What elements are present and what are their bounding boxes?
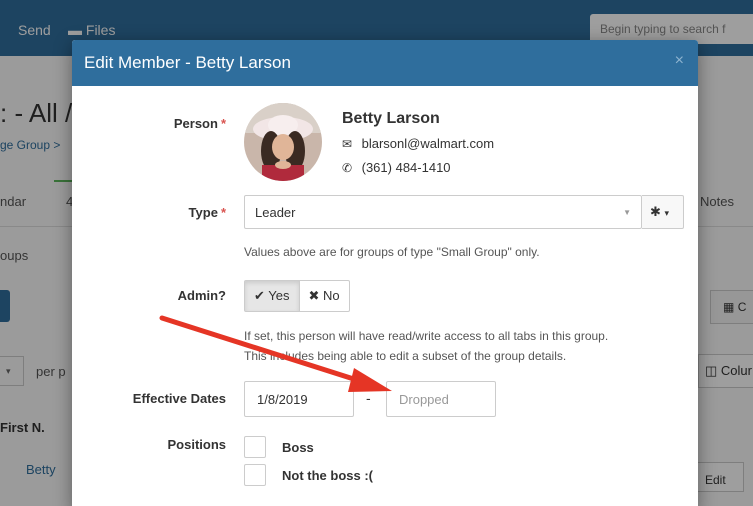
- x-icon: ✖: [308, 288, 320, 303]
- position-checkbox-boss[interactable]: [244, 436, 266, 458]
- effective-dates-label: Effective Dates: [132, 391, 226, 406]
- admin-no-label: No: [323, 288, 340, 303]
- required-marker: *: [220, 205, 226, 220]
- person-phone-text: (361) 484-1410: [361, 160, 451, 175]
- person-name: Betty Larson: [342, 110, 440, 127]
- admin-toggle-group: ✔ Yes ✖ No: [244, 280, 350, 312]
- admin-help-line-1: If set, this person will have read/write…: [244, 329, 609, 343]
- modal-title: Edit Member - Betty Larson: [84, 53, 291, 72]
- close-icon[interactable]: ×: [675, 52, 684, 70]
- person-label: Person *: [86, 116, 226, 131]
- type-settings-button[interactable]: ✱ ▾: [642, 195, 684, 229]
- avatar-photo: [244, 103, 322, 181]
- position-checkbox-not-boss[interactable]: [244, 464, 266, 486]
- required-marker: *: [220, 116, 226, 131]
- admin-label: Admin?: [177, 288, 226, 303]
- person-email[interactable]: ✉ blarsonl@walmart.com: [342, 136, 494, 151]
- caret-down-icon: ▾: [664, 208, 670, 218]
- admin-help-text: If set, this person will have read/write…: [244, 326, 608, 366]
- position-label-boss[interactable]: Boss: [282, 440, 314, 455]
- position-label-not-boss[interactable]: Not the boss :(: [282, 468, 373, 483]
- type-select[interactable]: Leader ▼: [244, 195, 642, 229]
- type-help-text: Values above are for groups of type "Sma…: [244, 245, 540, 259]
- person-phone[interactable]: ✆ (361) 484-1410: [342, 160, 451, 175]
- admin-yes-label: Yes: [268, 288, 290, 303]
- admin-yes-button[interactable]: ✔ Yes: [244, 280, 300, 312]
- edit-member-modal: Edit Member - Betty Larson × Person * Bet…: [72, 40, 698, 506]
- person-email-text: blarsonl@walmart.com: [361, 136, 495, 151]
- person-label-text: Person: [173, 116, 218, 131]
- type-label: Type *: [86, 205, 226, 220]
- admin-no-button[interactable]: ✖ No: [299, 280, 350, 312]
- positions-label: Positions: [167, 437, 226, 452]
- modal-header: Edit Member - Betty Larson ×: [72, 40, 698, 86]
- end-date-input[interactable]: Dropped: [386, 381, 496, 417]
- envelope-icon: ✉: [342, 137, 353, 151]
- type-select-value: Leader: [255, 205, 296, 220]
- check-icon: ✔: [254, 288, 265, 303]
- gear-icon: ✱: [650, 204, 661, 219]
- phone-icon: ✆: [342, 161, 353, 175]
- chevron-down-icon: ▼: [623, 208, 631, 217]
- type-label-text: Type: [188, 205, 218, 220]
- date-separator: -: [366, 390, 371, 406]
- start-date-input[interactable]: 1/8/2019: [244, 381, 354, 417]
- avatar: [244, 103, 322, 181]
- admin-help-line-2: This includes being able to edit a subse…: [244, 349, 567, 363]
